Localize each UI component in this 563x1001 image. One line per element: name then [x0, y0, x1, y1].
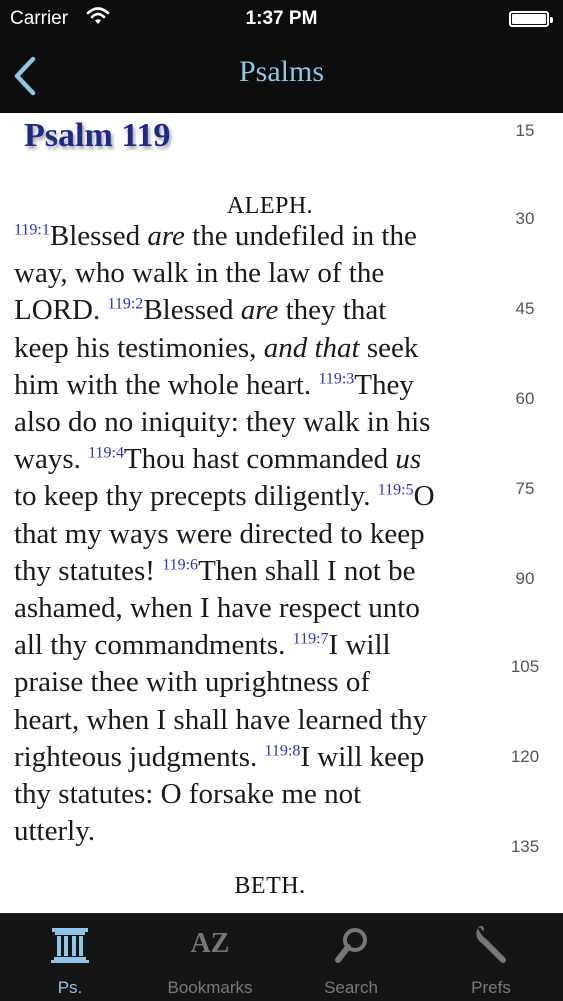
verse-text-segment: utterly. — [14, 815, 96, 848]
verse-number: 119:1 — [14, 221, 50, 239]
italic-text: are — [240, 294, 279, 327]
line-number: 105 — [510, 657, 540, 676]
text-line: him with the whole heart. 119:3They — [14, 369, 414, 402]
top-bar: Carrier 1:37 PM Psalms — [0, 0, 563, 113]
magnifier-icon — [335, 928, 367, 963]
verse-text-segment: O — [413, 480, 435, 513]
verse-text-segment: ashamed, when I have respect unto — [14, 592, 420, 624]
verse-number: 119:5 — [377, 481, 414, 499]
verse-text-segment: they that — [278, 294, 387, 327]
verse-text-segment: Then shall I not be — [198, 554, 416, 587]
verse-text-segment: thy statutes: O forsake me not — [14, 778, 362, 810]
text-line: ways. 119:4Thou hast commanded us — [14, 443, 421, 476]
verse-text-segment: ways. — [14, 443, 89, 476]
text-line: 119:1Blessed are the undefiled in the — [14, 220, 417, 253]
tab-bookmarks[interactable]: AZ Bookmarks — [140, 914, 280, 1001]
italic-text: are — [147, 220, 185, 252]
verse-text-segment: I will — [328, 629, 391, 662]
verse-text-segment: Thou hast commanded — [123, 443, 396, 476]
line-number: 15 — [515, 121, 535, 140]
verse-text-segment: also do no iniquity: they walk in his — [14, 406, 431, 438]
italic-text: us — [395, 443, 422, 476]
line-number: 90 — [515, 569, 535, 588]
verse-text-segment: way, who walk in the law of the — [14, 257, 385, 290]
italic-text: and that — [263, 331, 360, 364]
reading-pane[interactable]: Psalm 119 ALEPH. 119:1Blessed are the un… — [0, 113, 563, 913]
verse-number: 119:6 — [162, 556, 199, 574]
tab-psalms[interactable]: Ps. — [0, 914, 140, 1001]
text-line: keep his testimonies, and that seek — [14, 332, 418, 365]
tab-label: Prefs — [471, 978, 511, 997]
text-line: to keep thy precepts diligently. 119:5O — [14, 480, 435, 513]
verse-text-segment: heart, when I shall have learned thy — [14, 703, 428, 736]
text-line: ashamed, when I have respect unto — [14, 592, 420, 625]
nav-title: Psalms — [238, 55, 325, 88]
tab-label: Bookmarks — [167, 978, 253, 997]
text-line: utterly. — [14, 815, 95, 848]
line-number: 60 — [515, 389, 535, 408]
verse-text-segment: They — [354, 368, 414, 401]
text-line: all thy commandments. 119:7I will — [14, 629, 391, 662]
text-line: LORD. 119:2Blessed are they that — [14, 294, 386, 327]
verse-text-segment: praise thee with uprightness of — [14, 666, 370, 699]
text-line: way, who walk in the law of the — [14, 257, 384, 290]
verse-text-segment: him with the whole heart. — [14, 368, 319, 401]
verse-text-segment: Blessed — [49, 220, 148, 252]
tab-search[interactable]: Search — [281, 914, 421, 1001]
text-line: thy statutes: O forsake me not — [14, 778, 361, 811]
battery-icon — [509, 11, 553, 27]
text-line: righteous judgments. 119:8I will keep — [14, 741, 424, 774]
verse-text-segment: that my ways were directed to keep — [14, 517, 425, 550]
verse-text-segment: the undefiled in the — [184, 220, 417, 252]
status-bar: Carrier 1:37 PM — [0, 0, 563, 38]
tab-label: Ps. — [57, 978, 83, 997]
line-number: 30 — [515, 209, 535, 228]
tab-label: Search — [324, 978, 378, 997]
psalm-title: Psalm 119 — [24, 117, 171, 154]
verse-number: 119:7 — [292, 630, 329, 648]
navigation-bar: Psalms — [0, 38, 563, 113]
text-line: thy statutes! 119:6Then shall I not be — [14, 555, 416, 588]
verse-text-segment: keep his testimonies, — [14, 331, 264, 364]
line-number: 120 — [510, 747, 540, 766]
text-line: that my ways were directed to keep — [14, 518, 425, 551]
pillar-icon — [51, 928, 89, 963]
verse-text-segment: I will keep — [300, 740, 425, 773]
verse-text-segment: LORD. — [14, 294, 108, 327]
verse-text-segment: righteous judgments. — [14, 740, 265, 773]
az-icon: AZ — [190, 928, 230, 959]
text-line: also do no iniquity: they walk in his — [14, 406, 430, 439]
wrench-icon — [476, 926, 506, 963]
verse-text-segment: all thy commandments. — [14, 629, 293, 662]
line-number: 135 — [510, 837, 540, 856]
line-number: 75 — [515, 479, 535, 498]
verse-number: 119:3 — [318, 370, 355, 388]
verse-number: 119:4 — [88, 444, 124, 462]
text-line: heart, when I shall have learned thy — [14, 704, 427, 737]
verse-number: 119:8 — [264, 742, 301, 760]
text-line: praise thee with uprightness of — [14, 666, 370, 699]
verse-text-segment: thy statutes! — [14, 554, 163, 587]
line-number: 45 — [515, 299, 535, 318]
tab-prefs[interactable]: Prefs — [421, 914, 561, 1001]
section-heading-beth: BETH. — [234, 873, 306, 899]
clock: 1:37 PM — [245, 8, 318, 29]
verse-number: 119:2 — [107, 295, 144, 313]
verse-text-segment: Blessed — [143, 294, 241, 327]
section-heading-aleph: ALEPH. — [226, 193, 314, 219]
verse-text-segment: seek — [359, 331, 419, 364]
verse-text-segment: to keep thy precepts diligently. — [14, 480, 378, 513]
tab-bar: Ps. AZ Bookmarks Search Prefs — [0, 913, 563, 1001]
